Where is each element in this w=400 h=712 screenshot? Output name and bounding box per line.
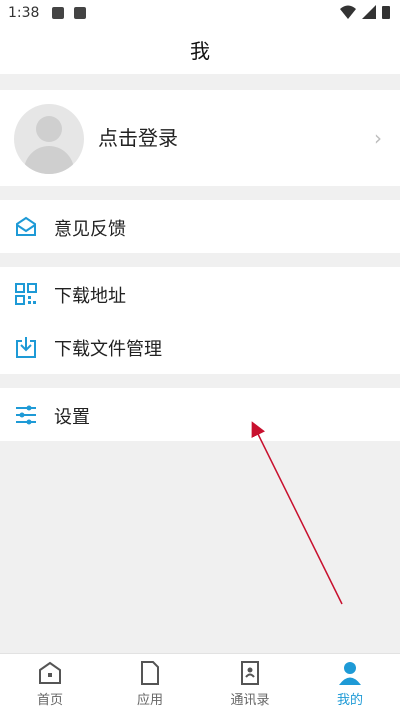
tab-me-label: 我的 <box>336 693 363 708</box>
person-icon <box>339 662 361 685</box>
tab-me[interactable]: 我的 <box>300 654 400 712</box>
tab-contacts-label: 通讯录 <box>230 693 270 708</box>
tab-home[interactable]: 首页 <box>0 654 100 712</box>
bottom-tab-bar: 首页 应用 通讯录 我的 <box>0 653 400 712</box>
tab-apps[interactable]: 应用 <box>100 654 200 712</box>
tab-home-label: 首页 <box>36 693 63 708</box>
contacts-icon <box>241 661 259 685</box>
tab-apps-label: 应用 <box>136 693 163 708</box>
tab-contacts[interactable]: 通讯录 <box>200 654 300 712</box>
annotation-arrow <box>251 421 343 605</box>
home-icon <box>39 661 61 684</box>
document-icon <box>141 661 159 685</box>
